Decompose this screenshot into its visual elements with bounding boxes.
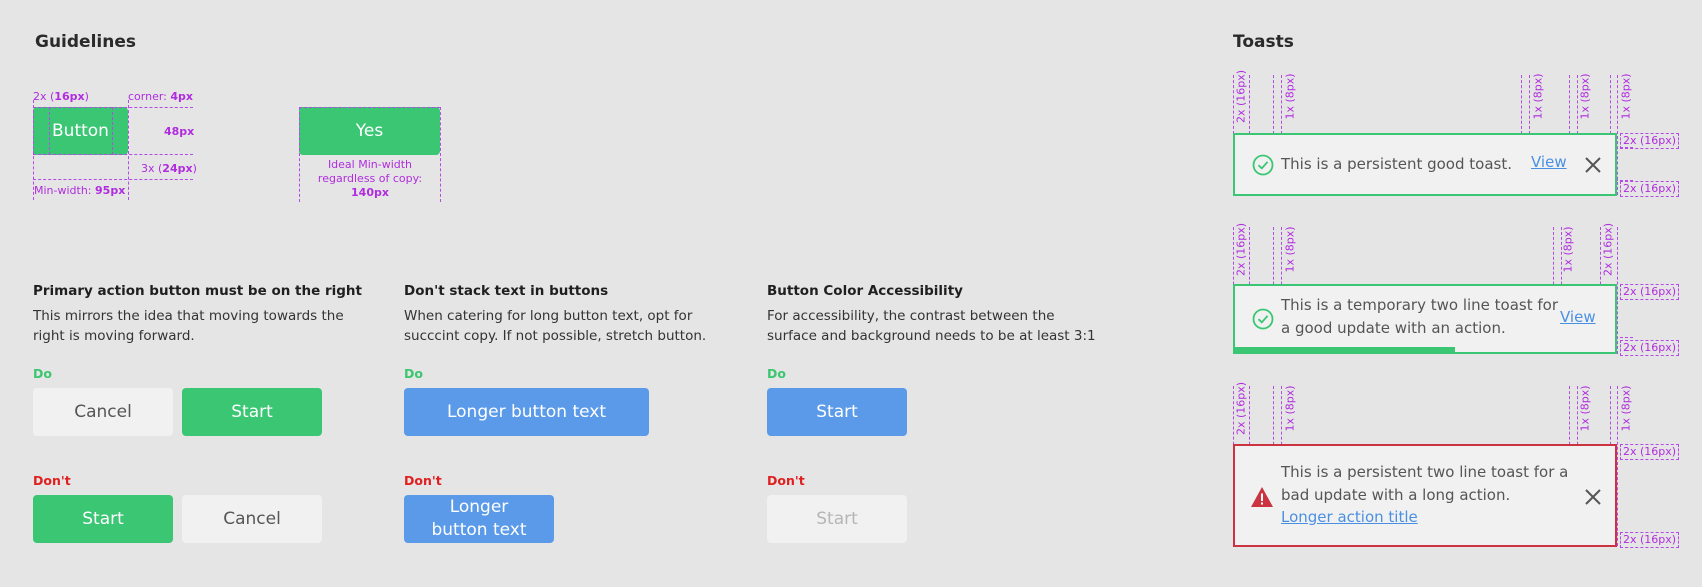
toast-bad-persistent: This is a persistent two line toast for …: [1233, 444, 1617, 547]
do-label: Do: [404, 366, 423, 381]
toast-progress-bar: [1235, 347, 1455, 352]
toast-view-link[interactable]: View: [1531, 153, 1567, 171]
spacing-label: 1x (8px): [1578, 385, 1592, 432]
spacing-label: 2x (16px): [1601, 222, 1615, 277]
toast-good-persistent: This is a persistent good toast. View: [1233, 133, 1617, 196]
spacing-label: 1x (8px): [1561, 226, 1575, 273]
dont-label: Don't: [404, 473, 442, 488]
start-button[interactable]: Start: [182, 388, 322, 436]
toast-message: This is a persistent good toast.: [1281, 155, 1512, 173]
section-stack-text-desc: When catering for long button text, opt …: [404, 308, 707, 344]
close-icon[interactable]: [1584, 156, 1602, 174]
spacing-label: 2x (16px): [1620, 444, 1680, 460]
start-button[interactable]: Start: [33, 495, 173, 543]
spec-min-width: Min-width: 95px: [34, 184, 126, 197]
start-button-low-contrast[interactable]: Start: [767, 495, 907, 543]
spacing-label: 1x (8px): [1531, 73, 1545, 120]
spec-padding-2x: 2x (16px): [33, 90, 89, 103]
cancel-button[interactable]: Cancel: [182, 495, 322, 543]
stacked-text-button[interactable]: Longer button text: [404, 495, 554, 543]
spacing-label: 2x (16px): [1620, 181, 1680, 197]
check-circle-icon: [1252, 154, 1274, 176]
start-button[interactable]: Start: [767, 388, 907, 436]
section-color-accessibility-desc: For accessibility, the contrast between …: [767, 308, 1096, 344]
spec-corner: corner: 4px: [128, 90, 194, 103]
do-label: Do: [767, 366, 786, 381]
section-primary-right-heading: Primary action button must be on the rig…: [33, 283, 362, 299]
close-icon[interactable]: [1584, 488, 1602, 506]
do-label: Do: [33, 366, 52, 381]
spacing-label: 1x (8px): [1283, 73, 1297, 120]
toast-good-temporary: This is a temporary two line toast for a…: [1233, 284, 1617, 354]
spacing-label: 2x (16px): [1620, 340, 1680, 356]
spec-ideal-min-width: Ideal Min-width regardless of copy: 140p…: [317, 158, 423, 199]
dont-label: Don't: [33, 473, 71, 488]
spec-height: 48px: [164, 125, 195, 138]
spacing-label: 2x (16px): [1234, 222, 1248, 277]
spacing-label: 2x (16px): [1620, 284, 1680, 300]
spacing-label: 2x (16px): [1620, 532, 1680, 548]
section-stack-text-heading: Don't stack text in buttons: [404, 283, 609, 299]
spacing-label: 2x (16px): [1234, 69, 1248, 124]
cancel-button[interactable]: Cancel: [33, 388, 173, 436]
spacing-label: 1x (8px): [1283, 385, 1297, 432]
spacing-label: 1x (8px): [1578, 73, 1592, 120]
spacing-label: 2x (16px): [1234, 381, 1248, 436]
section-color-accessibility-heading: Button Color Accessibility: [767, 283, 963, 299]
spacing-label: 1x (8px): [1283, 226, 1297, 273]
toasts-title: Toasts: [1233, 32, 1294, 52]
spacing-label: 1x (8px): [1619, 73, 1633, 120]
dont-label: Don't: [767, 473, 805, 488]
spec-yes-button: Yes: [299, 107, 440, 155]
toast-action-link[interactable]: Longer action title: [1281, 508, 1418, 526]
section-primary-right-desc: This mirrors the idea that moving toward…: [33, 308, 344, 344]
spec-padding-3x: 3x (24px): [141, 162, 197, 175]
toast-message: This is a temporary two line toast for a…: [1281, 296, 1558, 337]
spec-button: Button: [33, 107, 128, 155]
warning-triangle-icon: [1251, 487, 1273, 507]
check-circle-icon: [1252, 308, 1274, 330]
longer-button-text-button[interactable]: Longer button text: [404, 388, 649, 436]
toast-message: This is a persistent two line toast for …: [1281, 463, 1569, 504]
spacing-label: 1x (8px): [1619, 385, 1633, 432]
spacing-label: 2x (16px): [1620, 133, 1680, 149]
toast-view-link[interactable]: View: [1560, 308, 1596, 326]
guidelines-title: Guidelines: [35, 32, 136, 52]
